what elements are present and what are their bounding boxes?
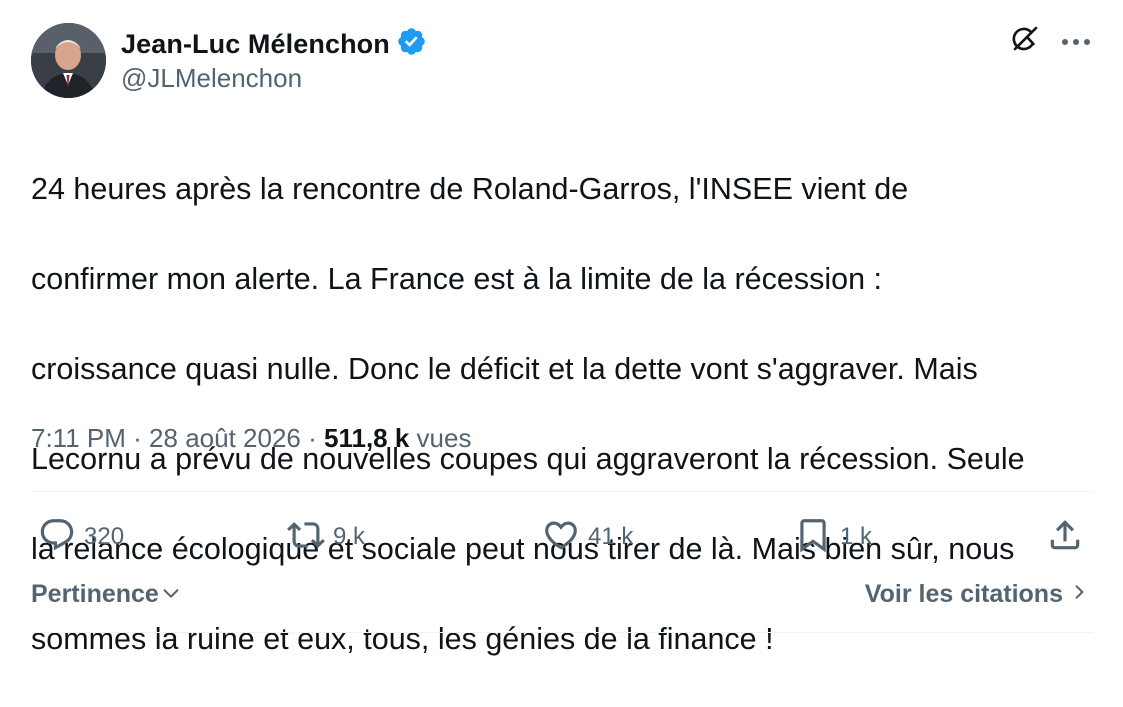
tweet-time[interactable]: 7:11 PM: [31, 423, 126, 453]
verified-badge-icon: [390, 26, 427, 62]
grok-button[interactable]: [1004, 22, 1044, 62]
reply-icon: [38, 516, 76, 559]
chevron-right-icon: [1063, 578, 1089, 610]
bookmark-count: 1 k: [840, 523, 873, 550]
grok-icon: [1006, 22, 1042, 63]
reply-count: 320: [84, 523, 125, 550]
divider: [31, 632, 1093, 633]
author-handle[interactable]: @JLMelenchon: [121, 63, 302, 94]
tweet: Jean-Luc Mélenchon @JLMelenchon 24 heure…: [0, 0, 1123, 656]
author-display-name[interactable]: Jean-Luc Mélenchon: [121, 29, 390, 60]
more-icon: [1061, 33, 1091, 51]
divider: [31, 491, 1093, 492]
chevron-down-icon: [159, 578, 182, 611]
repost-button[interactable]: 9 k: [287, 512, 365, 562]
bookmark-button[interactable]: 1 k: [794, 512, 872, 562]
sort-label: Pertinence: [31, 580, 159, 608]
repost-icon: [287, 516, 325, 559]
share-button[interactable]: [1046, 512, 1084, 562]
view-quotes-link[interactable]: Voir les citations: [865, 578, 1089, 610]
tweet-date[interactable]: 28 août 2026: [149, 423, 301, 453]
like-button[interactable]: 41 k: [542, 512, 633, 562]
meta-separator: ·: [308, 423, 317, 453]
tweet-timestamp[interactable]: 7:11 PM · 28 août 2026: [31, 423, 301, 453]
views-count[interactable]: 511,8 k: [324, 423, 409, 453]
tweet-text-line: 24 heures après la rencontre de Roland-G…: [31, 172, 909, 206]
repost-count: 9 k: [333, 523, 366, 550]
tweet-text-line: croissance quasi nulle. Donc le déficit …: [31, 352, 978, 386]
like-icon: [542, 516, 580, 559]
more-button[interactable]: [1056, 22, 1096, 62]
reply-button[interactable]: 320: [38, 512, 124, 562]
tweet-meta: 7:11 PM · 28 août 2026 · 511,8 k vues: [31, 423, 471, 454]
author-name-row[interactable]: Jean-Luc Mélenchon: [121, 26, 427, 62]
bookmark-icon: [794, 516, 832, 559]
tweet-text-line: sommes la ruine et eux, tous, les génies…: [31, 622, 774, 656]
like-count: 41 k: [588, 523, 634, 550]
tweet-text-line: confirmer mon alerte. La France est à la…: [31, 262, 882, 296]
sort-dropdown[interactable]: Pertinence: [31, 578, 182, 611]
view-quotes-label: Voir les citations: [864, 579, 1063, 608]
meta-separator: ·: [133, 423, 142, 453]
views-label: vues: [416, 423, 472, 453]
share-icon: [1046, 516, 1084, 559]
tweet-text: 24 heures après la rencontre de Roland-G…: [31, 122, 1096, 707]
avatar[interactable]: [31, 23, 106, 98]
